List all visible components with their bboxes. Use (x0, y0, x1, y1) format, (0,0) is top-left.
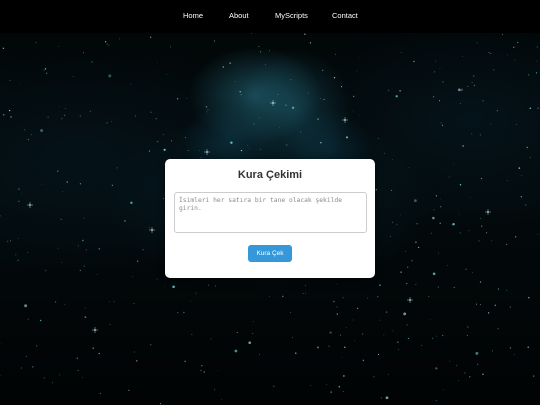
top-navigation-bar: Home About MyScripts Contact (0, 0, 540, 33)
draw-card: Kura Çekimi Kura Çek (165, 159, 375, 278)
nav-link-about[interactable]: About (229, 11, 249, 20)
nav-link-home[interactable]: Home (183, 11, 203, 20)
nav-link-myscripts[interactable]: MyScripts (275, 11, 308, 20)
card-title: Kura Çekimi (237, 169, 303, 181)
draw-button[interactable]: Kura Çek (248, 245, 292, 262)
nav-link-contact[interactable]: Contact (332, 11, 358, 20)
names-textarea[interactable] (174, 192, 367, 233)
